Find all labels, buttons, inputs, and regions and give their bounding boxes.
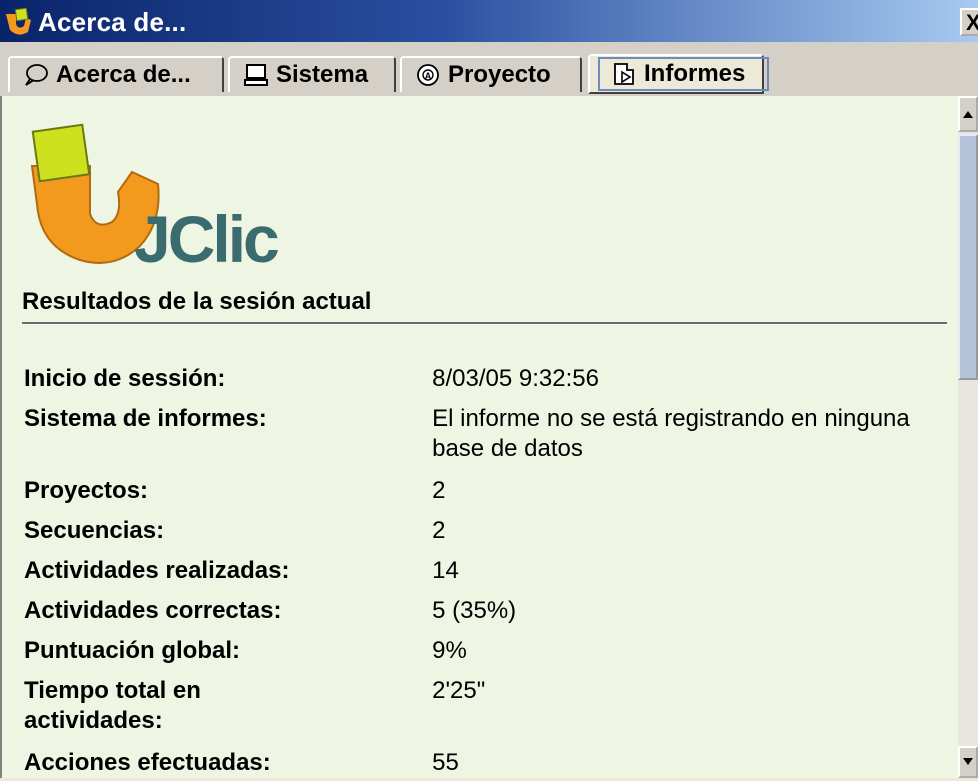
row-value: 8/03/05 9:32:56: [432, 365, 599, 392]
report-panel: JClic Resultados de la sesión actual Ini…: [0, 96, 960, 778]
row-value: 2: [432, 517, 446, 544]
row-label: Actividades correctas:: [24, 597, 282, 624]
scroll-up-button[interactable]: [958, 96, 978, 132]
table-row: Secuencias: 2: [24, 516, 960, 556]
table-row: Proyectos: 2: [24, 476, 960, 516]
divider: [22, 322, 947, 325]
window-title: Acerca de...: [38, 7, 187, 37]
jclic-app-icon: [6, 8, 31, 35]
table-row: Sistema de informes: El informe no se es…: [24, 404, 960, 476]
section-heading: Resultados de la sesión actual: [22, 288, 372, 315]
row-value: 14: [432, 557, 459, 584]
table-row: Inicio de sessión: 8/03/05 9:32:56: [24, 364, 960, 404]
row-label: Actividades realizadas:: [24, 557, 290, 584]
scroll-thumb[interactable]: [958, 134, 978, 380]
row-value: 2'25": [432, 677, 486, 704]
report-document-icon: [614, 63, 634, 85]
tab-acerca-de[interactable]: Acerca de...: [8, 56, 224, 92]
tab-label: Sistema: [276, 61, 369, 88]
table-row: Puntuación global: 9%: [24, 636, 960, 676]
computer-icon: [244, 64, 268, 86]
project-disc-icon: A: [417, 64, 439, 86]
logo-text: JClic: [134, 202, 278, 272]
title-bar: Acerca de... X: [0, 0, 978, 42]
tab-strip: Acerca de... Sistema A Proyecto Informes: [0, 42, 978, 98]
tab-sistema[interactable]: Sistema: [228, 56, 396, 92]
table-row: Actividades correctas: 5 (35%): [24, 596, 960, 636]
results-table: Inicio de sessión: 8/03/05 9:32:56 Siste…: [24, 364, 960, 778]
tab-informes[interactable]: Informes: [588, 54, 770, 94]
row-value: 2: [432, 477, 446, 504]
arrow-down-icon: [963, 758, 973, 765]
table-row: Actividades realizadas: 14: [24, 556, 960, 596]
row-value: 5 (35%): [432, 597, 517, 624]
tab-label: Informes: [644, 60, 746, 87]
row-value: 9%: [432, 637, 467, 664]
vertical-scrollbar[interactable]: [958, 96, 978, 778]
table-row: Acciones efectuadas: 55: [24, 748, 960, 778]
row-label: Secuencias:: [24, 517, 165, 544]
row-label: Sistema de informes:: [24, 405, 267, 432]
close-button[interactable]: X: [960, 8, 978, 36]
row-label: Tiempo total en actividades:: [24, 677, 201, 734]
row-label: Proyectos:: [24, 477, 149, 504]
row-label: Puntuación global:: [24, 637, 240, 664]
row-label: Acciones efectuadas:: [24, 749, 271, 776]
tab-proyecto[interactable]: A Proyecto: [400, 56, 582, 92]
row-value: 55: [432, 749, 459, 776]
row-label: Inicio de sessión:: [24, 365, 226, 392]
speech-bubble-icon: [25, 64, 48, 86]
scroll-down-button[interactable]: [958, 746, 978, 778]
table-row: Tiempo total en actividades: 2'25": [24, 676, 960, 748]
jclic-logo: JClic: [30, 123, 281, 272]
tab-label: Proyecto: [448, 61, 551, 88]
row-value: El informe no se está registrando en nin…: [432, 405, 910, 462]
arrow-up-icon: [963, 111, 973, 118]
svg-text:A: A: [425, 71, 432, 81]
tab-label: Acerca de...: [56, 61, 191, 88]
